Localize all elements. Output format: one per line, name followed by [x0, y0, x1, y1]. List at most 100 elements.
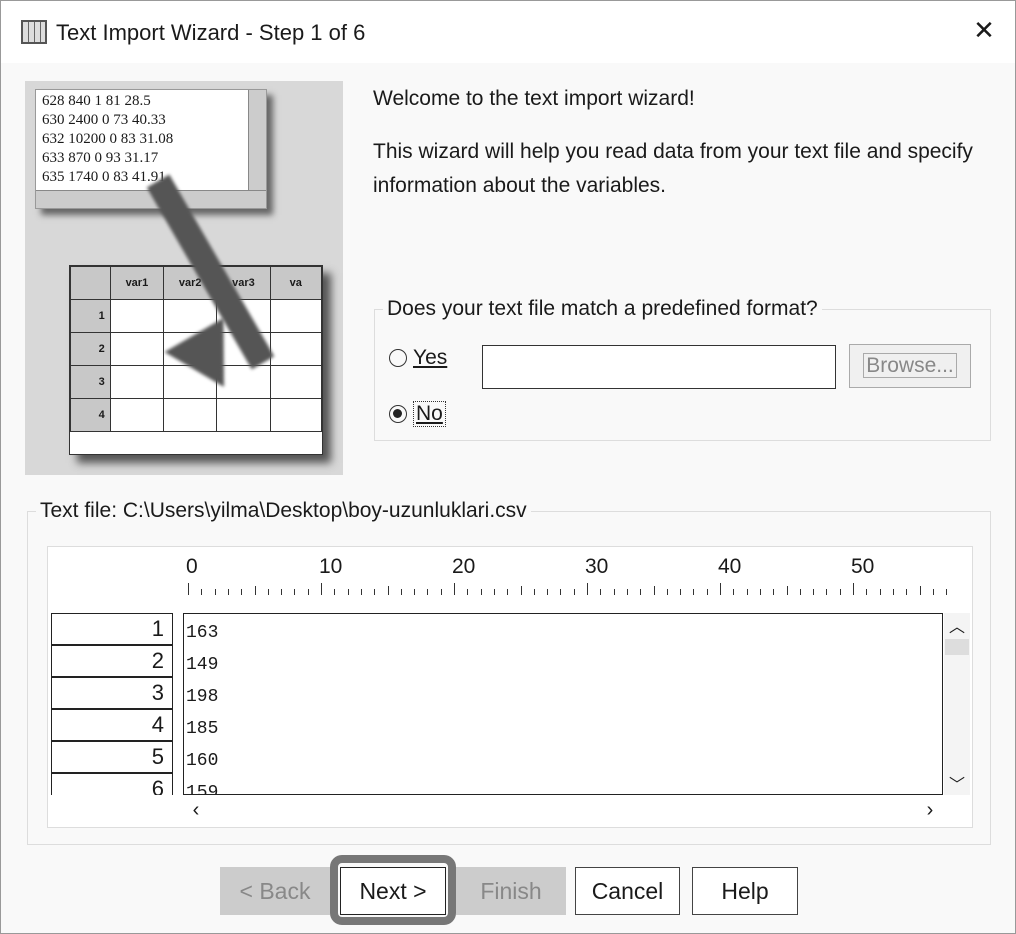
window-title: Text Import Wizard - Step 1 of 6: [56, 20, 366, 45]
ruler-tick: [347, 589, 349, 595]
ruler-tick: [188, 583, 189, 595]
ruler-tick: [281, 589, 283, 595]
ruler-tick: [892, 589, 894, 595]
grid-column-header: va: [269, 266, 322, 300]
finish-button[interactable]: Finish: [456, 867, 566, 915]
ruler-tick: [932, 589, 934, 595]
ruler-tick: [600, 589, 602, 595]
grid-row-header: 4: [70, 398, 111, 432]
ruler-tick: [533, 589, 535, 595]
line-number: 1: [51, 613, 173, 645]
scroll-down-icon[interactable]: ﹀: [944, 771, 970, 795]
ruler-tick: [640, 589, 642, 595]
ruler-label: 50: [851, 555, 875, 578]
cancel-button[interactable]: Cancel: [575, 867, 680, 915]
scroll-up-icon[interactable]: ︿: [944, 613, 970, 637]
ruler-tick: [560, 589, 562, 595]
ruler-tick: [853, 583, 854, 595]
data-row: 159: [186, 783, 219, 795]
grid-cell: [216, 398, 271, 432]
grid-cell: [269, 299, 322, 333]
illustration-line: 633 870 0 93 31.17: [42, 150, 159, 166]
data-row: 163: [186, 623, 219, 643]
yes-label: Yes: [413, 346, 448, 369]
column-ruler: 0 10 20 30 40 50: [186, 555, 978, 595]
ruler-tick: [866, 589, 868, 595]
grid-corner: [70, 266, 111, 300]
ruler-tick: [946, 589, 948, 595]
ruler-tick: [267, 589, 269, 595]
line-number: 3: [51, 677, 173, 709]
predefined-format-legend: Does your text file match a predefined f…: [387, 297, 818, 320]
ruler-tick: [626, 589, 628, 595]
illustration-line: 628 840 1 81 28.5: [42, 93, 151, 109]
ruler-tick: [294, 589, 296, 595]
illustration-line: 632 10200 0 83 31.08: [42, 131, 174, 147]
spreadsheet-icon: [21, 20, 47, 44]
browse-button[interactable]: Browse...: [849, 344, 971, 388]
ruler-tick: [919, 586, 921, 595]
ruler-tick: [201, 589, 203, 595]
ruler-tick: [547, 589, 549, 595]
yes-radio[interactable]: Yes: [389, 346, 447, 370]
ruler-label: 40: [718, 555, 742, 578]
line-number: 2: [51, 645, 173, 677]
ruler-tick: [227, 589, 229, 595]
ruler-tick: [587, 583, 588, 595]
scroll-thumb[interactable]: [945, 639, 969, 655]
scroll-left-icon[interactable]: ‹: [183, 799, 209, 822]
ruler-tick: [387, 586, 389, 595]
ruler-label: 10: [319, 555, 343, 578]
ruler-tick: [360, 589, 362, 595]
data-row: 198: [186, 687, 219, 707]
ruler-tick: [653, 586, 655, 595]
vertical-scrollbar[interactable]: ︿ ﹀: [944, 613, 970, 795]
ruler-tick: [427, 589, 429, 595]
ruler-tick: [720, 583, 721, 595]
ruler-tick: [799, 589, 801, 595]
ruler-label: 0: [186, 555, 198, 578]
no-radio[interactable]: No: [389, 401, 446, 427]
ruler-tick: [334, 589, 336, 595]
ruler-tick: [613, 589, 615, 595]
close-button[interactable]: ✕: [969, 15, 999, 46]
horizontal-scrollbar[interactable]: ‹ ›: [183, 797, 943, 823]
predefined-format-file-input[interactable]: [482, 345, 836, 389]
ruler-tick: [746, 589, 748, 595]
ruler-tick: [480, 589, 482, 595]
ruler-tick: [786, 586, 788, 595]
grid-cell: [109, 365, 165, 399]
line-number: 5: [51, 741, 173, 773]
text-file-legend: Text file: C:\Users\yilma\Desktop\boy-uz…: [40, 499, 527, 522]
data-row: 160: [186, 751, 219, 771]
grid-cell: [269, 332, 322, 366]
scroll-right-icon[interactable]: ›: [917, 799, 943, 822]
back-button[interactable]: < Back: [220, 867, 330, 915]
grid-cell: [269, 398, 322, 432]
ruler-tick: [440, 589, 442, 595]
grid-column-header: var1: [109, 266, 165, 300]
help-button[interactable]: Help: [692, 867, 798, 915]
browse-label: Browse...: [863, 353, 957, 378]
grid-row-header: 2: [70, 332, 111, 366]
ruler-tick: [680, 589, 682, 595]
ruler-label: 20: [452, 555, 476, 578]
grid-cell: [269, 365, 322, 399]
data-row: 149: [186, 655, 219, 675]
ruler-tick: [733, 589, 735, 595]
wizard-illustration: 628 840 1 81 28.5 630 2400 0 73 40.33 632 …: [25, 81, 343, 475]
ruler-tick: [693, 589, 695, 595]
ruler-tick: [467, 589, 469, 595]
data-preview: 0 10 20 30 40 50 123456 163 149 198 185 160 159 ︿ …: [47, 546, 973, 828]
grid-cell: [109, 332, 165, 366]
grid-row-header: 3: [70, 365, 111, 399]
ruler-tick: [321, 583, 322, 595]
grid-row-header: 1: [70, 299, 111, 333]
ruler-tick: [493, 589, 495, 595]
next-button-highlight: [330, 855, 456, 925]
data-row: 185: [186, 719, 219, 739]
ruler-tick: [573, 589, 575, 595]
ruler-tick: [773, 589, 775, 595]
grid-cell: [163, 398, 218, 432]
ruler-tick: [520, 586, 522, 595]
